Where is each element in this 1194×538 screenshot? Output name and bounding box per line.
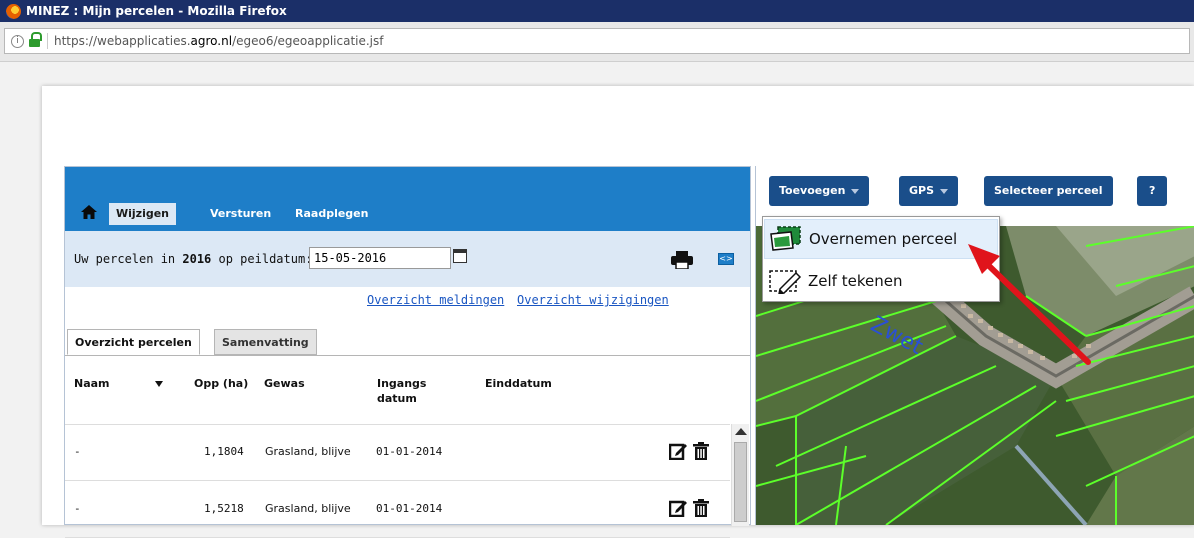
selecteer-perceel-button[interactable]: Selecteer perceel: [984, 176, 1113, 206]
tab-samenvatting[interactable]: Samenvatting: [214, 329, 317, 355]
chevron-down-icon: [940, 188, 949, 194]
url-field[interactable]: i https://webapplicaties. agro.nl/egeo6/e…: [4, 28, 1190, 54]
cell-naam: -: [74, 445, 81, 458]
address-bar: i https://webapplicaties. agro.nl/egeo6/e…: [0, 22, 1194, 62]
cell-opp: 1,5218: [204, 502, 244, 515]
main-nav: Wijzigen Versturen Raadplegen: [65, 167, 750, 231]
window-title: MINEZ : Mijn percelen - Mozilla Firefox: [26, 4, 287, 18]
table-row[interactable]: - 1,1804 Grasland, blijve 01-01-2014: [65, 425, 730, 481]
table-row[interactable]: - 1,5218 Grasland, blijve 01-01-2014: [65, 482, 730, 538]
toevoegen-dropdown: Overnemen perceel Zelf tekenen: [762, 216, 1000, 302]
window-titlebar: MINEZ : Mijn percelen - Mozilla Firefox: [0, 0, 1194, 22]
copy-parcel-icon: [770, 226, 801, 251]
peildatum-input[interactable]: 15-05-2016: [309, 247, 451, 269]
overnemen-perceel-item[interactable]: Overnemen perceel: [764, 219, 998, 259]
lock-icon[interactable]: [29, 31, 42, 47]
cell-opp: 1,1804: [204, 445, 244, 458]
cell-gewas: Grasland, blijve: [265, 445, 351, 458]
zelf-tekenen-item[interactable]: Zelf tekenen: [764, 261, 998, 301]
edit-icon[interactable]: [669, 442, 687, 460]
gps-button[interactable]: GPS: [899, 176, 959, 206]
table-scrollbar[interactable]: [731, 424, 749, 526]
draw-parcel-icon: [769, 270, 802, 294]
help-button[interactable]: ?: [1137, 176, 1168, 206]
tab-overzicht-percelen[interactable]: Overzicht percelen: [67, 329, 200, 355]
trash-icon[interactable]: [693, 442, 709, 460]
cell-naam: -: [74, 502, 81, 515]
firefox-icon: [6, 3, 21, 19]
print-icon[interactable]: [671, 251, 693, 269]
calendar-icon[interactable]: [453, 249, 467, 263]
tab-raadplegen[interactable]: Raadplegen: [288, 203, 375, 225]
parcel-panel: Wijzigen Versturen Raadplegen Uw percele…: [64, 166, 751, 538]
url-prefix: https://webapplicaties.: [54, 34, 191, 48]
cell-ingangsdatum: 01-01-2014: [376, 502, 443, 515]
col-gewas[interactable]: Gewas: [264, 376, 305, 391]
col-einddatum[interactable]: Einddatum: [485, 376, 552, 391]
edit-icon[interactable]: [669, 499, 687, 517]
home-icon[interactable]: [81, 205, 97, 219]
collapse-toggle-icon[interactable]: <>: [718, 253, 734, 265]
tab-wijzigen[interactable]: Wijzigen: [109, 203, 177, 225]
trash-icon[interactable]: [693, 499, 709, 517]
filter-label: Uw percelen in 2016 op peildatum:: [74, 252, 313, 266]
col-opp[interactable]: Opp (ha): [194, 376, 248, 391]
url-path: /egeo6/egeoapplicatie.jsf: [232, 34, 384, 48]
col-ingangsdatum[interactable]: Ingangs datum: [377, 376, 437, 406]
cell-ingangsdatum: 01-01-2014: [376, 445, 443, 458]
chevron-down-icon: [851, 188, 860, 194]
tab-versturen[interactable]: Versturen: [203, 203, 278, 225]
filter-year: 2016: [182, 252, 212, 266]
scroll-thumb[interactable]: [734, 442, 747, 522]
overzicht-wijzigingen-link[interactable]: Overzicht wijzigingen: [517, 293, 669, 307]
cell-gewas: Grasland, blijve: [265, 502, 351, 515]
filter-bar: Uw percelen in 2016 op peildatum: 15-05-…: [65, 231, 750, 287]
divider: [47, 33, 48, 49]
info-icon[interactable]: i: [11, 34, 24, 48]
overzicht-meldingen-link[interactable]: Overzicht meldingen: [367, 293, 504, 307]
scroll-up-icon[interactable]: [735, 428, 747, 435]
toevoegen-button[interactable]: Toevoegen: [769, 176, 870, 206]
sort-down-icon[interactable]: [155, 381, 163, 387]
url-host: agro.nl: [190, 34, 233, 48]
col-naam[interactable]: Naam: [74, 376, 110, 391]
parcel-table: Naam Opp (ha) Gewas Ingangs datum Eindda…: [65, 355, 750, 538]
